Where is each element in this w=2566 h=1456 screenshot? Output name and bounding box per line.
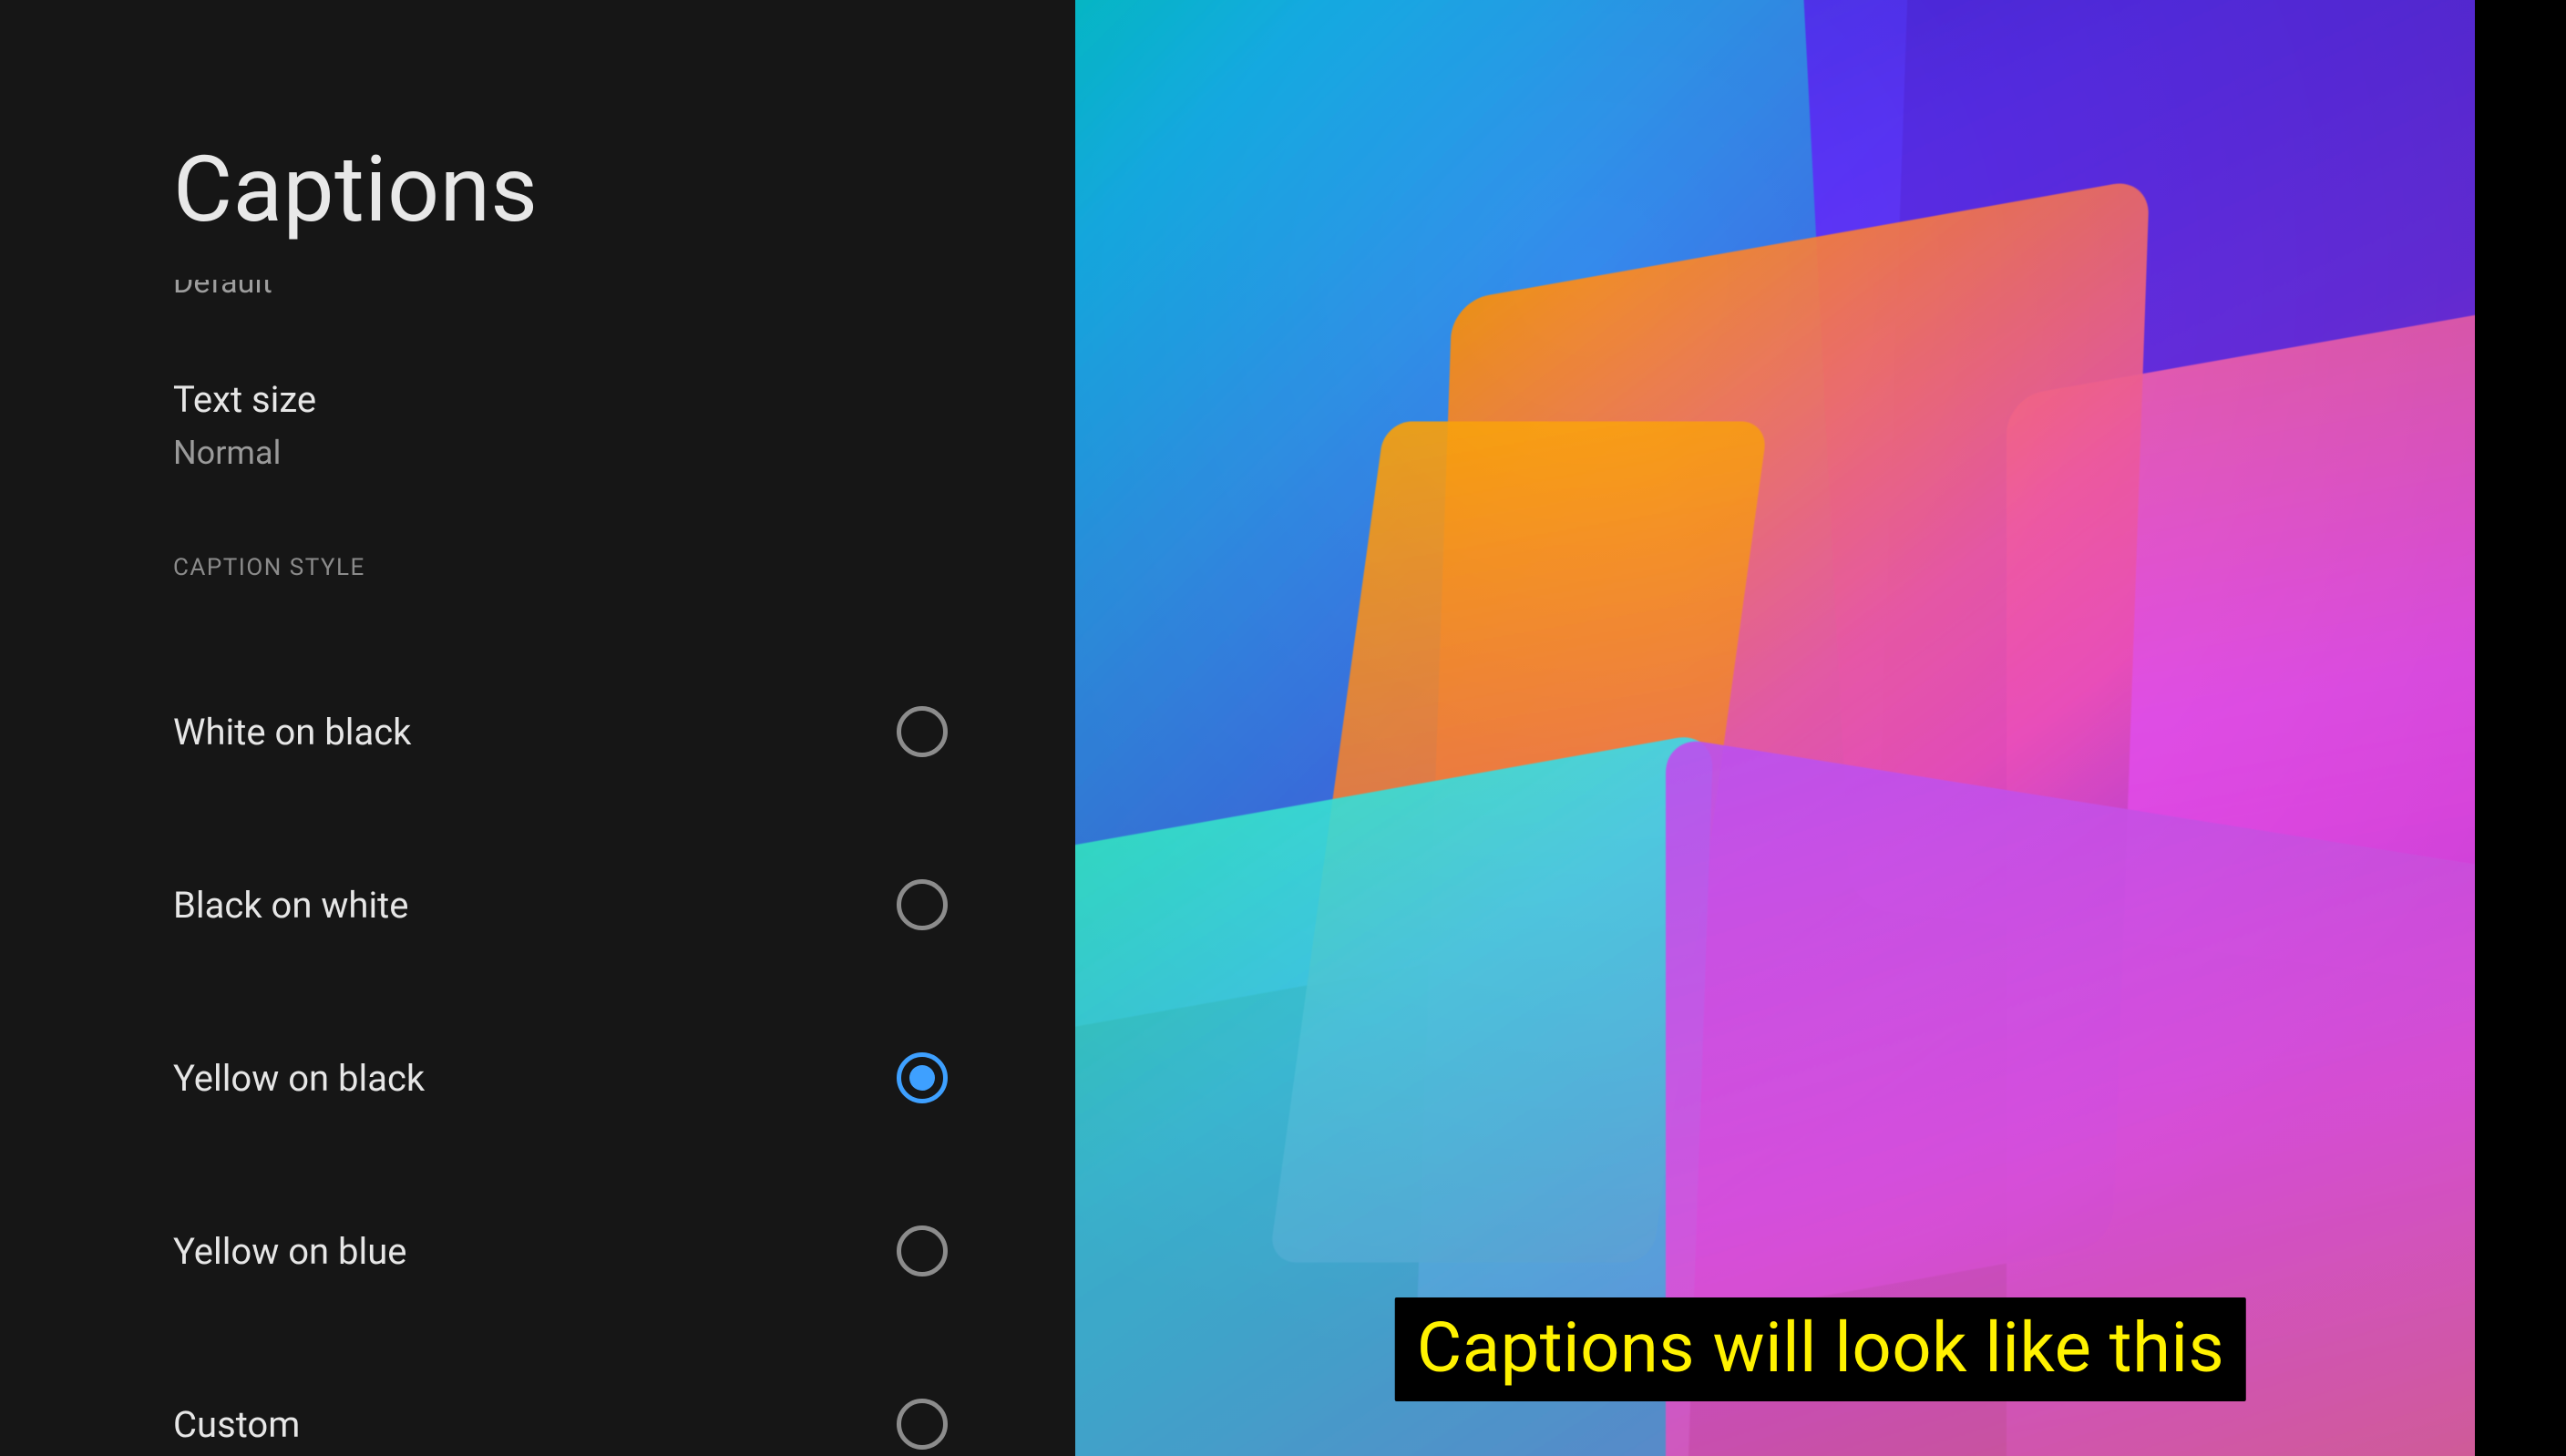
radio-icon[interactable]	[897, 706, 948, 757]
caption-style-option-label: Yellow on black	[173, 1057, 425, 1100]
caption-style-option-custom[interactable]: Custom	[173, 1338, 984, 1456]
setting-text-size[interactable]: Text size Normal	[173, 378, 984, 472]
caption-style-option-label: Yellow on blue	[173, 1230, 406, 1273]
radio-icon[interactable]	[897, 1225, 948, 1277]
radio-icon[interactable]	[897, 879, 948, 930]
caption-style-option-yellow-on-blue[interactable]: Yellow on blue	[173, 1164, 984, 1338]
caption-preview-text: Captions will look like this	[1395, 1297, 2246, 1401]
page-title: Captions	[173, 137, 984, 243]
caption-style-option-yellow-on-black[interactable]: Yellow on black	[173, 991, 984, 1164]
captions-settings-screen: Captions Default Text size Normal CAPTIO…	[0, 0, 2566, 1456]
caption-style-option-label: Black on white	[173, 884, 408, 927]
right-letterbox-bar	[2475, 0, 2566, 1456]
settings-scroll-area[interactable]: Default Text size Normal CAPTION STYLE W…	[173, 280, 984, 1456]
radio-icon[interactable]	[897, 1399, 948, 1450]
caption-style-option-label: White on black	[173, 711, 411, 754]
previous-setting-value-clipped: Default	[173, 280, 984, 296]
setting-text-size-label: Text size	[173, 378, 984, 421]
caption-style-list: White on black Black on white Yellow on bl…	[173, 645, 984, 1456]
caption-preview-panel: Captions will look like this	[1075, 0, 2566, 1456]
radio-icon[interactable]	[897, 1052, 948, 1103]
settings-panel: Captions Default Text size Normal CAPTIO…	[0, 0, 1075, 1456]
previous-setting-value: Default	[173, 280, 272, 296]
caption-style-option-label: Custom	[173, 1403, 300, 1446]
setting-text-size-value: Normal	[173, 434, 984, 472]
section-header-caption-style: CAPTION STYLE	[173, 554, 984, 581]
preview-background-art	[1075, 0, 2566, 1456]
caption-style-option-white-on-black[interactable]: White on black	[173, 645, 984, 818]
caption-style-option-black-on-white[interactable]: Black on white	[173, 818, 984, 991]
